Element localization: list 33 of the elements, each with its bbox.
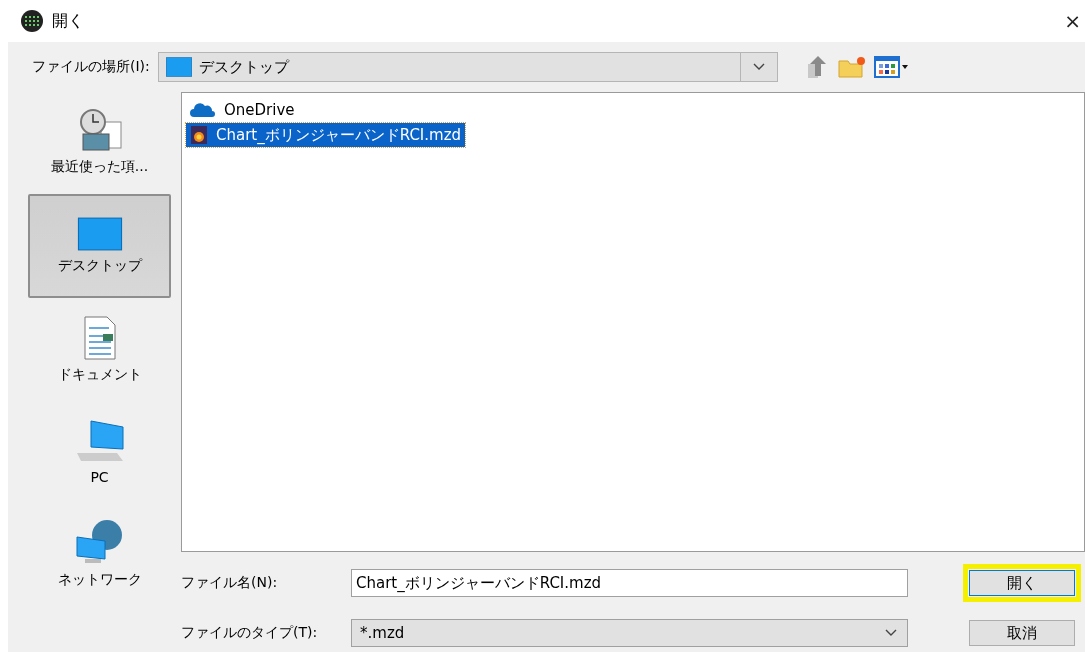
- desktop-icon: [164, 57, 193, 77]
- filename-field[interactable]: Chart_ボリンジャーバンドRCI.mzd: [351, 569, 908, 597]
- window-title: 開く: [52, 10, 85, 32]
- location-dropdown[interactable]: デスクトップ: [157, 52, 778, 82]
- filetype-dropdown[interactable]: *.mzd: [351, 619, 908, 647]
- sidebar-label: デスクトップ: [57, 257, 142, 275]
- sidebar-label: ドキュメント: [57, 366, 142, 384]
- open-button[interactable]: 開く: [969, 570, 1075, 596]
- filetype-label: ファイルのタイプ(T):: [181, 624, 319, 642]
- sidebar-item[interactable]: ドキュメント: [28, 300, 171, 400]
- location-label: ファイルの場所(I):: [32, 58, 150, 76]
- file-name: Chart_ボリンジャーバンドRCI.mzd: [216, 125, 462, 145]
- new-folder-icon[interactable]: [837, 55, 866, 79]
- filename-label: ファイル名(N):: [181, 574, 279, 592]
- document-icon: [82, 316, 117, 360]
- sidebar-item[interactable]: デスクトップ: [28, 194, 171, 298]
- file-item[interactable]: OneDrive: [186, 99, 299, 121]
- sidebar-item[interactable]: ネットワーク: [28, 504, 171, 604]
- file-icon: [190, 125, 208, 145]
- cloud-icon: [190, 102, 216, 118]
- sidebar-item[interactable]: PC: [28, 402, 171, 502]
- desktop-icon: [75, 217, 124, 251]
- chevron-down-icon[interactable]: [883, 628, 899, 638]
- sidebar-item[interactable]: 最近使った項...: [28, 92, 171, 192]
- cancel-button[interactable]: 取消: [969, 620, 1075, 646]
- close-button[interactable]: ×: [1064, 11, 1081, 31]
- sidebar-label: 最近使った項...: [50, 158, 149, 176]
- app-icon: [20, 9, 44, 33]
- view-menu-icon[interactable]: [873, 55, 910, 79]
- file-item[interactable]: Chart_ボリンジャーバンドRCI.mzd: [186, 123, 466, 147]
- file-name: OneDrive: [224, 101, 295, 119]
- sidebar-label: PC: [90, 469, 109, 485]
- sidebar-label: ネットワーク: [57, 571, 142, 589]
